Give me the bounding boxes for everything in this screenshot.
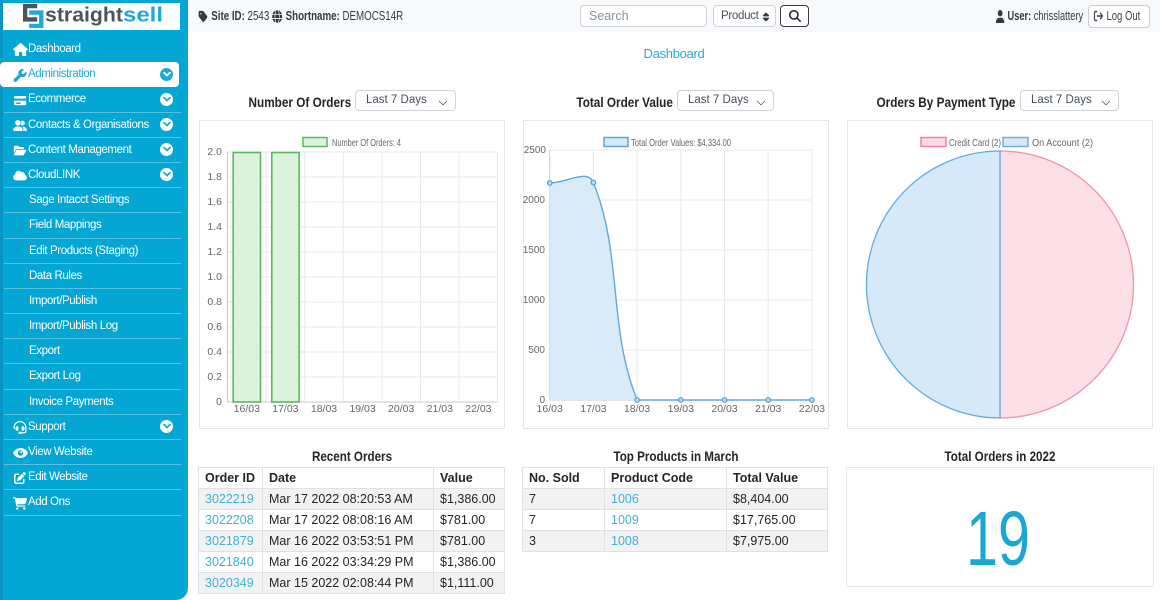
- svg-text:17/03: 17/03: [580, 403, 606, 415]
- svg-text:20/03: 20/03: [711, 403, 737, 415]
- svg-text:1.0: 1.0: [207, 271, 222, 283]
- svg-text:21/03: 21/03: [427, 403, 453, 415]
- svg-text:21/03: 21/03: [755, 403, 781, 415]
- svg-text:1.2: 1.2: [207, 246, 222, 258]
- svg-text:19: 19: [966, 496, 1030, 582]
- svg-text:17/03: 17/03: [272, 403, 298, 415]
- svg-text:1.8: 1.8: [207, 171, 222, 183]
- svg-text:2.0: 2.0: [207, 146, 222, 158]
- svg-text:straight: straight: [45, 5, 123, 27]
- svg-text:Credit Card (2): Credit Card (2): [949, 138, 1001, 149]
- svg-text:1500: 1500: [523, 245, 546, 256]
- svg-text:16/03: 16/03: [537, 403, 563, 415]
- svg-text:2000: 2000: [523, 195, 546, 206]
- svg-text:Number Of Orders: 4: Number Of Orders: 4: [332, 137, 401, 149]
- svg-text:18/03: 18/03: [311, 403, 337, 415]
- svg-text:sell: sell: [123, 5, 163, 27]
- svg-text:0.4: 0.4: [207, 346, 222, 358]
- svg-text:2500: 2500: [524, 145, 547, 156]
- svg-text:16/03: 16/03: [234, 403, 260, 415]
- svg-text:0.2: 0.2: [207, 371, 222, 383]
- svg-text:1.6: 1.6: [207, 196, 222, 208]
- svg-text:18/03: 18/03: [624, 403, 650, 415]
- svg-text:1.4: 1.4: [207, 221, 222, 233]
- svg-text:Total Order Values: $4,334.00: Total Order Values: $4,334.00: [631, 137, 731, 149]
- svg-text:22/03: 22/03: [465, 403, 491, 415]
- svg-text:19/03: 19/03: [349, 403, 375, 415]
- svg-text:22/03: 22/03: [799, 403, 825, 415]
- svg-text:0.8: 0.8: [207, 296, 222, 308]
- svg-text:500: 500: [528, 345, 545, 356]
- svg-text:0.6: 0.6: [207, 321, 222, 333]
- svg-text:20/03: 20/03: [388, 403, 414, 415]
- svg-text:On Account (2): On Account (2): [1032, 138, 1093, 149]
- svg-text:0: 0: [216, 396, 222, 408]
- svg-text:1000: 1000: [523, 295, 546, 306]
- svg-text:19/03: 19/03: [668, 403, 694, 415]
